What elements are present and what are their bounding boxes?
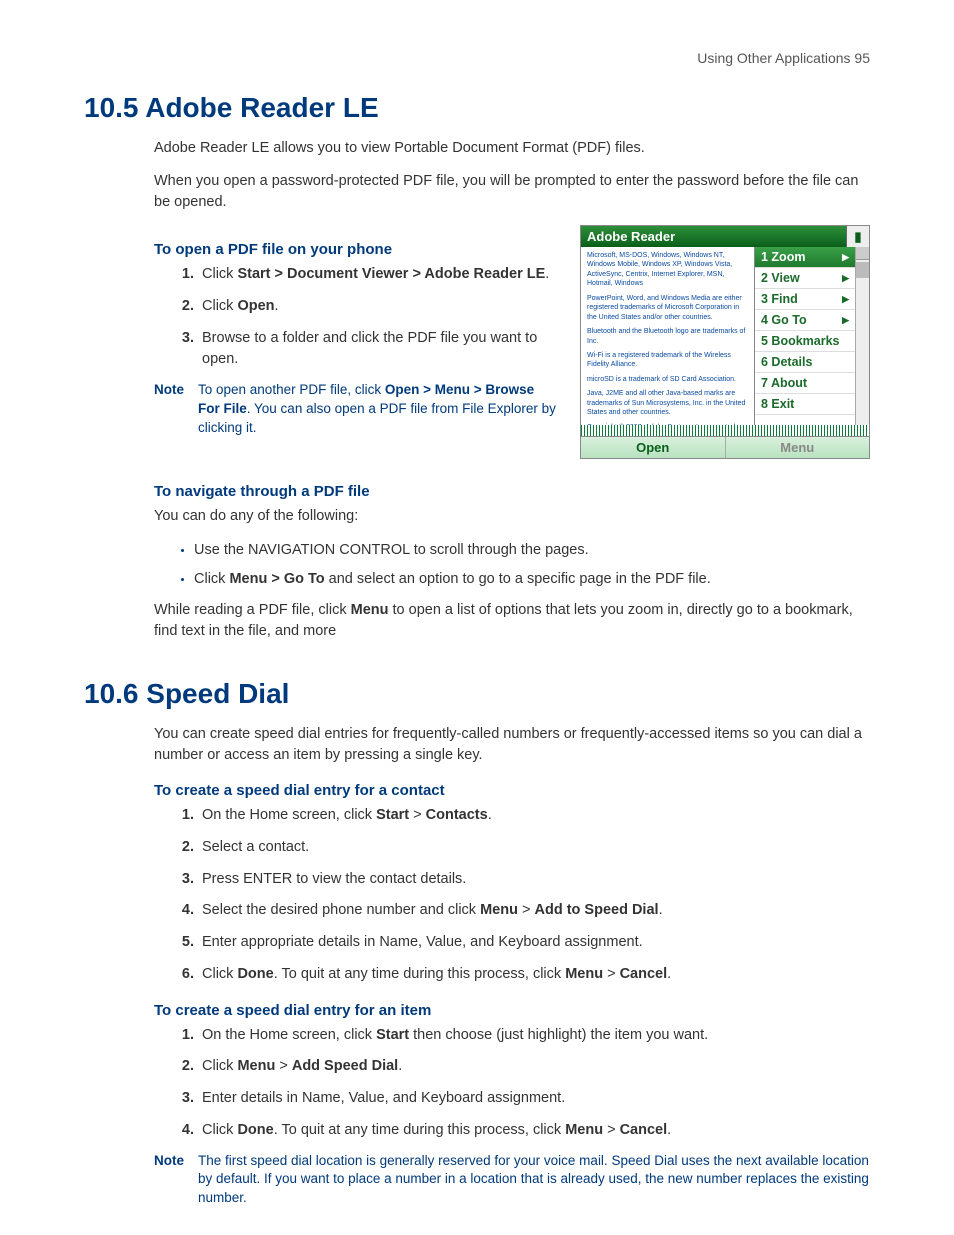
contact-step-1: On the Home screen, click Start > Contac…: [198, 805, 870, 827]
note-text: The first speed dial location is general…: [198, 1152, 870, 1209]
screenshot-scrollbar[interactable]: [855, 247, 869, 425]
contact-step-3: Press ENTER to view the contact details.: [198, 869, 870, 891]
speeddial-note: Note The first speed dial location is ge…: [154, 1152, 870, 1209]
item-step-2: Click Menu > Add Speed Dial.: [198, 1056, 870, 1078]
screenshot-ruler: [581, 425, 869, 436]
menu-item-find[interactable]: 3 Find▶: [755, 289, 855, 310]
speeddial-contact-steps: On the Home screen, click Start > Contac…: [154, 805, 870, 986]
navigate-bullets: Use the NAVIGATION CONTROL to scroll thr…: [154, 539, 870, 590]
navigate-heading: To navigate through a PDF file: [154, 483, 870, 500]
section-105-heading: 10.5 Adobe Reader LE: [84, 92, 870, 124]
softkey-menu[interactable]: Menu: [725, 437, 870, 458]
menu-item-details[interactable]: 6 Details: [755, 352, 855, 373]
item-step-1: On the Home screen, click Start then cho…: [198, 1025, 870, 1047]
running-header: Using Other Applications 95: [84, 50, 870, 66]
menu-item-zoom[interactable]: 1 Zoom▶: [755, 247, 855, 268]
item-step-4: Click Done. To quit at any time during t…: [198, 1120, 870, 1142]
chevron-right-icon: ▶: [842, 273, 849, 284]
contact-step-6: Click Done. To quit at any time during t…: [198, 964, 870, 986]
sec106-intro: You can create speed dial entries for fr…: [154, 724, 870, 766]
sec105-left-column: To open a PDF file on your phone Click S…: [154, 225, 556, 452]
item-step-3: Enter details in Name, Value, and Keyboa…: [198, 1088, 870, 1110]
softkey-open[interactable]: Open: [581, 437, 725, 458]
navigate-intro: You can do any of the following:: [154, 506, 870, 527]
page: Using Other Applications 95 10.5 Adobe R…: [0, 0, 954, 1235]
menu-item-exit[interactable]: 8 Exit: [755, 394, 855, 415]
open-step-2: Click Open.: [198, 296, 556, 318]
menu-item-bookmarks[interactable]: 5 Bookmarks: [755, 331, 855, 352]
signal-icon: ▮: [846, 226, 869, 247]
chevron-right-icon: ▶: [842, 315, 849, 326]
menu-item-about[interactable]: 7 About: [755, 373, 855, 394]
sec105-intro-2: When you open a password-protected PDF f…: [154, 171, 870, 213]
speeddial-contact-heading: To create a speed dial entry for a conta…: [154, 782, 870, 799]
open-step-1: Click Start > Document Viewer > Adobe Re…: [198, 264, 556, 286]
open-note: Note To open another PDF file, click Ope…: [154, 381, 556, 438]
menu-item-view[interactable]: 2 View▶: [755, 268, 855, 289]
adobe-reader-screenshot: Adobe Reader ▮ Microsoft, MS-DOS, Window…: [580, 225, 870, 459]
menu-item-goto[interactable]: 4 Go To▶: [755, 310, 855, 331]
screenshot-softkeys: Open Menu: [581, 436, 869, 458]
screenshot-title: Adobe Reader: [581, 226, 846, 247]
note-text: To open another PDF file, click Open > M…: [198, 381, 556, 438]
note-label: Note: [154, 1152, 198, 1209]
contact-step-4: Select the desired phone number and clic…: [198, 900, 870, 922]
speeddial-item-heading: To create a speed dial entry for an item: [154, 1002, 870, 1019]
screenshot-document-pane: Microsoft, MS-DOS, Windows, Windows NT, …: [581, 247, 754, 425]
screenshot-titlebar: Adobe Reader ▮: [581, 226, 869, 247]
chevron-right-icon: ▶: [842, 252, 849, 263]
chevron-right-icon: ▶: [842, 294, 849, 305]
open-step-3: Browse to a folder and click the PDF fil…: [198, 328, 556, 372]
speeddial-item-steps: On the Home screen, click Start then cho…: [154, 1025, 870, 1142]
note-label: Note: [154, 381, 198, 438]
nav-bullet-2: Click Menu > Go To and select an option …: [194, 568, 870, 590]
sec105-intro-1: Adobe Reader LE allows you to view Porta…: [154, 138, 870, 159]
section-106-heading: 10.6 Speed Dial: [84, 678, 870, 710]
navigate-outro: While reading a PDF file, click Menu to …: [154, 600, 870, 642]
open-pdf-steps: Click Start > Document Viewer > Adobe Re…: [154, 264, 556, 371]
screenshot-menu: 1 Zoom▶ 2 View▶ 3 Find▶ 4 Go To▶ 5 Bookm…: [754, 247, 855, 425]
contact-step-5: Enter appropriate details in Name, Value…: [198, 932, 870, 954]
nav-bullet-1: Use the NAVIGATION CONTROL to scroll thr…: [194, 539, 870, 561]
open-pdf-heading: To open a PDF file on your phone: [154, 241, 556, 258]
contact-step-2: Select a contact.: [198, 837, 870, 859]
